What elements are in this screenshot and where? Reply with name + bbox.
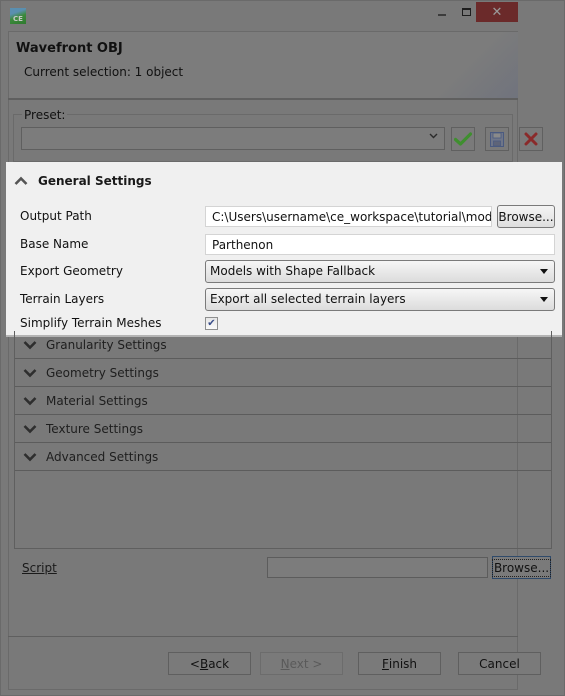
finish-button[interactable]: Finish [358, 652, 441, 675]
wizard-header: Wavefront OBJ Current selection: 1 objec… [8, 31, 518, 99]
wizard-subtitle: Current selection: 1 object [24, 65, 184, 79]
preset-dropdown[interactable] [21, 127, 445, 150]
minimize-button[interactable] [429, 2, 455, 22]
output-path-browse-button[interactable]: Browse... [497, 205, 555, 228]
back-button[interactable]: < Back [168, 652, 251, 675]
chevron-down-icon [23, 396, 37, 405]
base-name-field[interactable]: Parthenon [205, 234, 555, 255]
simplify-terrain-meshes-checkbox[interactable]: ✔ [205, 317, 218, 330]
general-settings-header[interactable]: General Settings [14, 174, 152, 188]
finish-rest: inish [388, 656, 418, 671]
chevron-down-icon [23, 424, 37, 433]
footer-divider [8, 636, 518, 637]
wizard-title: Wavefront OBJ [16, 41, 123, 56]
back-prefix: < [189, 656, 200, 671]
dropdown-arrow-icon [540, 297, 548, 302]
cancel-button[interactable]: Cancel [458, 652, 541, 675]
close-icon: ✕ [491, 4, 503, 20]
preset-label: Preset: [22, 108, 68, 122]
cancel-label: Cancel [479, 656, 520, 671]
frame-bottom-edge [8, 689, 518, 690]
section-geometry-settings[interactable]: Geometry Settings [15, 359, 551, 387]
delete-preset-button[interactable] [519, 127, 543, 151]
minimize-icon [438, 14, 446, 16]
general-settings-panel: General Settings Output Path C:\Users\us… [6, 162, 562, 337]
output-path-label: Output Path [20, 209, 92, 223]
export-geometry-select[interactable]: Models with Shape Fallback [205, 260, 555, 283]
next-mnemonic: N [280, 656, 290, 671]
script-browse-button[interactable]: Browse... [491, 556, 552, 579]
delete-x-icon [524, 132, 538, 146]
back-mnemonic: B [199, 656, 209, 671]
terrain-layers-label: Terrain Layers [20, 292, 105, 306]
section-label: Geometry Settings [46, 365, 159, 380]
script-browse-label: Browse... [491, 558, 552, 577]
section-advanced-settings[interactable]: Advanced Settings [15, 443, 551, 471]
section-texture-settings[interactable]: Texture Settings [15, 415, 551, 443]
export-geometry-label: Export Geometry [20, 264, 123, 278]
dropdown-arrow-icon [540, 269, 548, 274]
maximize-icon [461, 8, 471, 16]
base-name-label: Base Name [20, 237, 89, 251]
back-rest: ack [208, 656, 230, 671]
header-divider [8, 98, 518, 100]
section-granularity-settings[interactable]: Granularity Settings [15, 331, 551, 359]
terrain-layers-select[interactable]: Export all selected terrain layers [205, 288, 555, 311]
floppy-disk-icon [490, 131, 504, 147]
section-label: Material Settings [46, 393, 148, 408]
next-rest: ext > [289, 656, 323, 671]
close-button[interactable]: ✕ [476, 2, 518, 22]
simplify-terrain-meshes-label: Simplify Terrain Meshes [20, 316, 162, 330]
output-path-field[interactable]: C:\Users\username\ce_workspace\tutorial\… [205, 206, 492, 227]
chevron-down-icon [429, 131, 438, 142]
checkmark-icon: ✔ [207, 317, 216, 329]
section-label: Advanced Settings [46, 449, 159, 464]
cityengine-app-icon: CE [10, 8, 26, 24]
section-label: Granularity Settings [46, 337, 167, 352]
general-settings-title: General Settings [38, 174, 152, 188]
export-wizard-window: CE ✕ Wavefront OBJ Current selection: 1 … [0, 0, 565, 696]
chevron-down-icon [23, 340, 37, 349]
frame-left-edge [8, 31, 9, 690]
finish-mnemonic: F [381, 656, 389, 671]
checkmark-icon [454, 132, 472, 146]
export-geometry-value: Models with Shape Fallback [210, 264, 376, 278]
save-preset-button[interactable] [485, 127, 509, 151]
section-material-settings[interactable]: Material Settings [15, 387, 551, 415]
script-link[interactable]: Script [22, 561, 57, 575]
chevron-down-icon [23, 368, 37, 377]
terrain-layers-value: Export all selected terrain layers [210, 292, 406, 306]
section-label: Texture Settings [46, 421, 143, 436]
chevron-down-icon [23, 452, 37, 461]
apply-preset-button[interactable] [451, 127, 475, 151]
chevron-up-icon [14, 176, 28, 185]
script-path-field[interactable] [267, 557, 488, 578]
title-bar: CE ✕ [1, 1, 564, 31]
next-button[interactable]: Next > [260, 652, 343, 675]
